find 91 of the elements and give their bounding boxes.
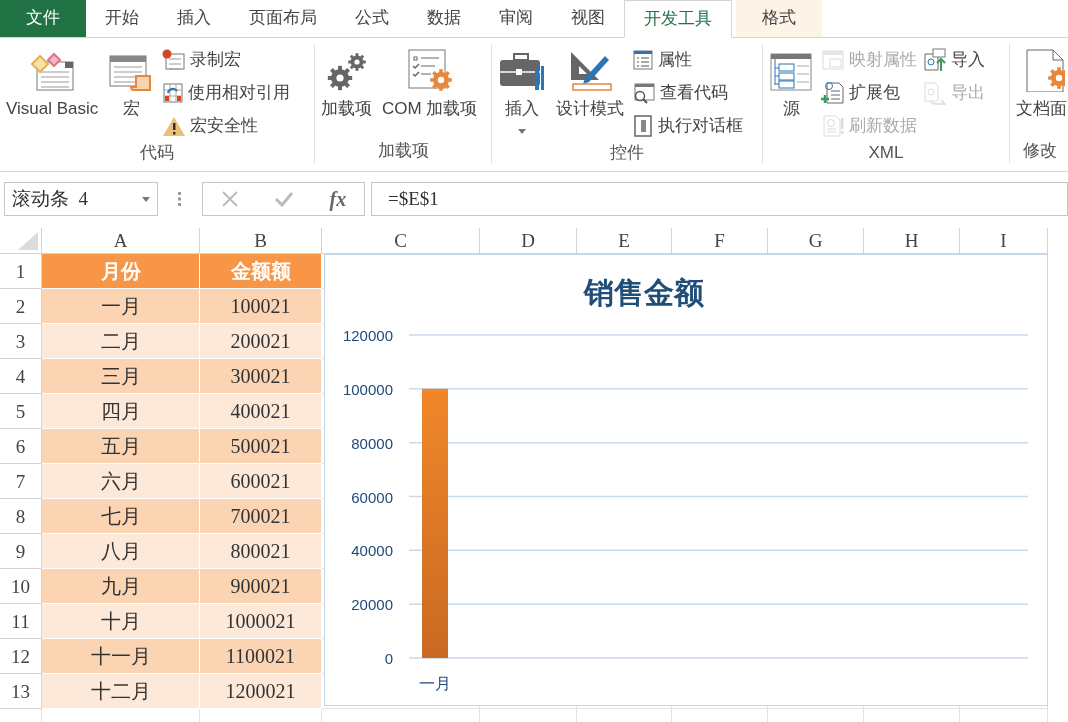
ribbon-tab[interactable]: 公式 <box>336 0 408 37</box>
group-label: 修改 <box>1021 139 1058 162</box>
export-icon <box>923 81 947 105</box>
table-icon <box>821 49 845 71</box>
ribbon-button[interactable]: 使用相对引用 <box>162 79 291 107</box>
ribbon-button[interactable]: 录制宏 <box>162 46 291 74</box>
ribbon-tab[interactable]: 开始 <box>86 0 158 37</box>
table-cell: 十月 <box>42 604 200 639</box>
table-cell: 700021 <box>200 499 322 534</box>
group-label: 代码 <box>139 142 175 164</box>
doc-icon <box>821 114 845 138</box>
ribbon-button[interactable]: COM 加载项 <box>380 44 480 120</box>
axis-tick-label: 120000 <box>342 327 393 344</box>
ribbon-button[interactable]: 导入 <box>923 46 985 74</box>
dialog-icon <box>632 114 654 138</box>
axis-tick-label: 100000 <box>342 380 393 398</box>
ribbon-button[interactable]: 插入 <box>496 44 548 135</box>
close-icon[interactable] <box>220 190 239 208</box>
ribbon-button[interactable]: 源 <box>767 44 815 120</box>
ribbon-tab[interactable]: 插入 <box>158 0 230 37</box>
ribbon-button[interactable]: 宏 <box>106 44 157 120</box>
toolbox-icon <box>498 50 546 92</box>
table-cell: 六月 <box>42 464 200 499</box>
table-cell: 二月 <box>42 324 200 359</box>
select-all-icon[interactable] <box>18 232 38 250</box>
chart-area[interactable]: 销售金额 0 20000 40000 60000 80000 100000 120000 一月 <box>324 254 1048 706</box>
table-cell: 四月 <box>42 394 200 429</box>
axis-tick-label: 80000 <box>351 434 393 452</box>
grip-icon <box>178 192 182 206</box>
table-tree-icon <box>769 52 813 92</box>
ribbon-button[interactable]: Visual Basic <box>4 44 101 120</box>
group-label: 控件 <box>609 142 645 164</box>
group-label: XML <box>867 142 905 164</box>
name-box[interactable]: 滚动条 4 <box>4 182 158 216</box>
ribbon-button[interactable]: 属性 <box>632 46 743 74</box>
table-cell: 五月 <box>42 429 200 464</box>
ribbon-button[interactable]: 宏安全性 <box>162 112 291 140</box>
table-cell: 1100021 <box>200 639 322 674</box>
table-cell: 金额额 <box>200 254 322 289</box>
axis-tick-label: 60000 <box>351 488 393 506</box>
ribbon-button[interactable]: 文档面 <box>1014 44 1068 120</box>
bar[interactable] <box>422 388 448 658</box>
caret-icon <box>518 129 526 135</box>
ribbon-button[interactable]: 设计模式 <box>554 44 626 120</box>
warning-icon <box>162 115 187 137</box>
table-cell: 100021 <box>200 289 322 324</box>
table-cell: 900021 <box>200 569 322 604</box>
ribbon-tab[interactable]: 开发工具 <box>624 0 732 38</box>
caret-icon <box>142 196 150 202</box>
table-cell: 600021 <box>200 464 322 499</box>
code-sheet-icon <box>29 52 76 92</box>
table-cell: 三月 <box>42 359 200 394</box>
group-label: 加载项 <box>376 139 430 162</box>
table-cell: 200021 <box>200 324 322 359</box>
ribbon-tab[interactable]: 审阅 <box>480 0 552 37</box>
record-icon <box>162 49 187 71</box>
grid-arrow-icon <box>162 82 185 104</box>
formula-field[interactable]: =$E$1 <box>371 182 1068 216</box>
ribbon-tab[interactable]: 格式 <box>736 0 822 37</box>
table-cell: 月份 <box>42 254 200 289</box>
axis-tick-label: 0 <box>384 650 393 667</box>
table-cell: 300021 <box>200 359 322 394</box>
check-icon[interactable] <box>274 191 295 207</box>
table-cell: 400021 <box>200 394 322 429</box>
axis-category-label: 一月 <box>419 675 451 692</box>
axis-tick-label: 40000 <box>351 542 393 560</box>
table-cell: 1000021 <box>200 604 322 639</box>
chart-title: 销售金额 <box>584 276 704 309</box>
ribbon-tab[interactable]: 页面布局 <box>230 0 336 37</box>
ribbon-tab[interactable]: 数据 <box>408 0 480 37</box>
ribbon-tab[interactable]: 文件 <box>0 0 86 37</box>
view-code-icon <box>632 82 656 104</box>
doc-plus-icon <box>821 81 845 105</box>
table-cell: 800021 <box>200 534 322 569</box>
ribbon-tab[interactable]: 视图 <box>552 0 624 37</box>
table-cell: 十一月 <box>42 639 200 674</box>
ribbon-button[interactable]: 扩展包 <box>821 79 917 107</box>
table-cell: 一月 <box>42 289 200 324</box>
table-cell: 七月 <box>42 499 200 534</box>
table-cell: 八月 <box>42 534 200 569</box>
table-cell: 1200021 <box>200 674 322 709</box>
table-cell: 十二月 <box>42 674 200 709</box>
ribbon-button[interactable]: 查看代码 <box>632 79 743 107</box>
axis-tick-label: 20000 <box>351 596 393 614</box>
insert-function-button[interactable]: fx <box>329 184 347 214</box>
table-cell: 九月 <box>42 569 200 604</box>
import-icon <box>923 48 947 72</box>
ribbon-button[interactable]: 加载项 <box>319 44 374 120</box>
table-cell: 500021 <box>200 429 322 464</box>
ribbon-button[interactable]: 执行对话框 <box>632 112 743 140</box>
list-icon <box>632 49 654 71</box>
